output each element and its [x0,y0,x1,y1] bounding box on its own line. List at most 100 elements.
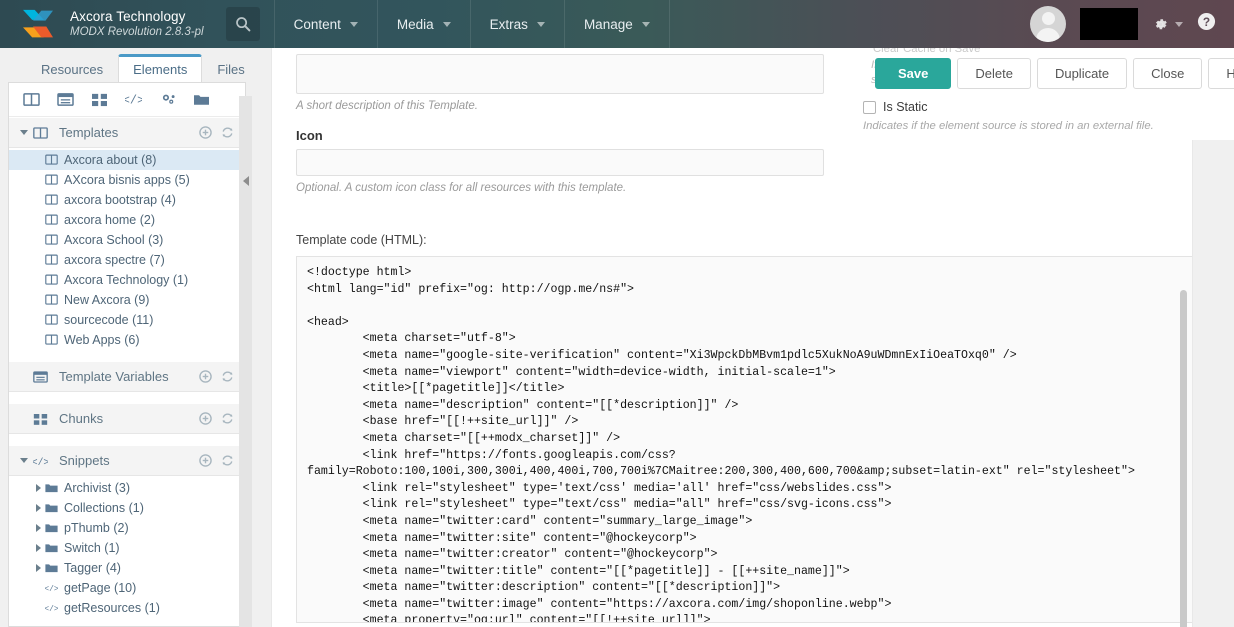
duplicate-button[interactable]: Duplicate [1036,58,1128,89]
menu-content-label: Content [293,16,341,32]
template-icon [45,314,64,326]
menu-extras[interactable]: Extras [471,0,565,48]
chevron-down-icon [536,21,545,27]
expand-toggle-icon[interactable] [31,504,45,512]
tree-item-snippet[interactable]: </> getPage (10) [9,578,245,598]
modx-manager-window: Axcora Technology MODX Revolution 2.8.3-… [0,0,1234,627]
tree-item-label: Axcora about (8) [64,153,157,167]
tree-item-template[interactable]: sourcecode (11) [9,310,245,330]
refresh-icon[interactable] [221,126,234,139]
main-menu: Content Media Extras Manage [273,0,670,48]
tree-item-template[interactable]: AXcora bisnis apps (5) [9,170,245,190]
tree-item-label: Switch (1) [64,541,120,555]
expand-toggle-icon[interactable] [31,544,45,552]
folder-icon [45,542,64,554]
tree-section-templates[interactable]: Templates [9,117,245,148]
close-button[interactable]: Close [1133,58,1203,89]
refresh-icon[interactable] [221,370,234,383]
menu-content[interactable]: Content [273,0,378,48]
tree-item-snippet-category[interactable]: Tagger (4) [9,558,245,578]
template-icon [45,334,64,346]
expand-toggle-icon[interactable] [31,524,45,532]
tree-item-label: Axcora School (3) [64,233,164,247]
help-button[interactable]: ? [1197,12,1216,36]
chunks-icon[interactable] [91,92,108,107]
tree-item-snippet-category[interactable]: pThumb (2) [9,518,245,538]
expand-toggle-templates[interactable] [17,130,31,135]
chevron-down-icon [1175,21,1183,27]
plugins-icon[interactable] [159,92,176,107]
top-right-controls: ? [1030,6,1234,42]
tree-item-snippet-category[interactable]: Archivist (3) [9,478,245,498]
tree-item-snippet-category[interactable]: Switch (1) [9,538,245,558]
template-variables-icon[interactable] [57,92,74,107]
chevron-down-icon [442,21,451,27]
plus-circle-icon[interactable] [199,454,212,467]
tree-item-template[interactable]: New Axcora (9) [9,290,245,310]
snippets-icon[interactable]: </> [125,92,142,107]
tab-resources[interactable]: Resources [26,55,118,83]
collapse-panel-button[interactable] [239,96,252,627]
tree-item-template[interactable]: axcora home (2) [9,210,245,230]
tree-item-label: getPage (10) [64,581,137,595]
tree-section-template-variables[interactable]: Template Variables [9,361,245,392]
settings-menu-button[interactable] [1152,16,1183,33]
tree-section-label: Snippets [59,453,110,468]
avatar[interactable] [1030,6,1066,42]
tree-item-label: AXcora bisnis apps (5) [64,173,190,187]
modx-logo-icon [23,9,53,38]
elements-tree-body: </> Templates Axcora about (8) AXcora bi… [8,82,246,627]
category-folder-icon[interactable] [193,92,210,107]
tree-section-chunks[interactable]: Chunks [9,403,245,434]
menu-media[interactable]: Media [378,0,471,48]
template-icon [45,254,64,266]
search-button[interactable] [225,7,260,41]
modx-logo[interactable] [14,9,62,39]
plus-circle-icon[interactable] [199,370,212,383]
tree-item-label: axcora bootstrap (4) [64,193,176,207]
expand-toggle-icon[interactable] [31,564,45,572]
refresh-icon[interactable] [221,454,234,467]
tab-files[interactable]: Files [202,55,259,83]
tree-item-template[interactable]: axcora bootstrap (4) [9,190,245,210]
collapse-panel-icon [242,176,249,186]
delete-button[interactable]: Delete [957,58,1031,89]
plus-circle-icon[interactable] [199,412,212,425]
menu-media-label: Media [396,16,434,32]
snippets-list: Archivist (3) Collections (1) pThumb (2)… [9,476,245,618]
tree-item-template[interactable]: Axcora about (8) [9,150,245,170]
tree-item-snippet[interactable]: </> getResources (1) [9,598,245,618]
folder-icon [45,562,64,574]
menu-manage[interactable]: Manage [565,0,670,48]
icon-input[interactable] [296,149,824,176]
tab-elements[interactable]: Elements [118,54,203,83]
template-icon [45,194,64,206]
description-input[interactable] [296,54,824,94]
is-static-label: Is Static [883,100,928,114]
svg-text:</>: </> [33,456,48,467]
save-button[interactable]: Save [875,58,952,89]
tree-item-label: getResources (1) [64,601,160,615]
help-button-form[interactable]: Help! [1208,58,1234,89]
is-static-checkbox[interactable] [863,100,876,114]
svg-text:</>: </> [45,585,58,594]
expand-toggle-icon[interactable] [31,484,45,492]
tree-item-template[interactable]: Axcora School (3) [9,230,245,250]
templates-icon [33,126,52,140]
tree-item-template[interactable]: Axcora Technology (1) [9,270,245,290]
tree-item-label: New Axcora (9) [64,293,150,307]
refresh-icon[interactable] [221,412,234,425]
templates-icon[interactable] [23,92,40,107]
plus-circle-icon[interactable] [199,126,212,139]
caret-right-icon [35,564,41,572]
tree-item-snippet-category[interactable]: Collections (1) [9,498,245,518]
content-scrollbar[interactable] [1180,290,1187,627]
tree-item-template[interactable]: Web Apps (6) [9,330,245,350]
template-code-editor[interactable]: <!doctype html> <html lang="id" prefix="… [296,256,1193,623]
action-buttons: Save Delete Duplicate Close Help! [875,58,1234,89]
tree-item-label: sourcecode (11) [64,313,154,327]
tree-item-template[interactable]: axcora spectre (7) [9,250,245,270]
tree-item-label: Collections (1) [64,501,144,515]
expand-toggle-snippets[interactable] [17,458,31,463]
tree-section-snippets[interactable]: </> Snippets [9,445,245,476]
